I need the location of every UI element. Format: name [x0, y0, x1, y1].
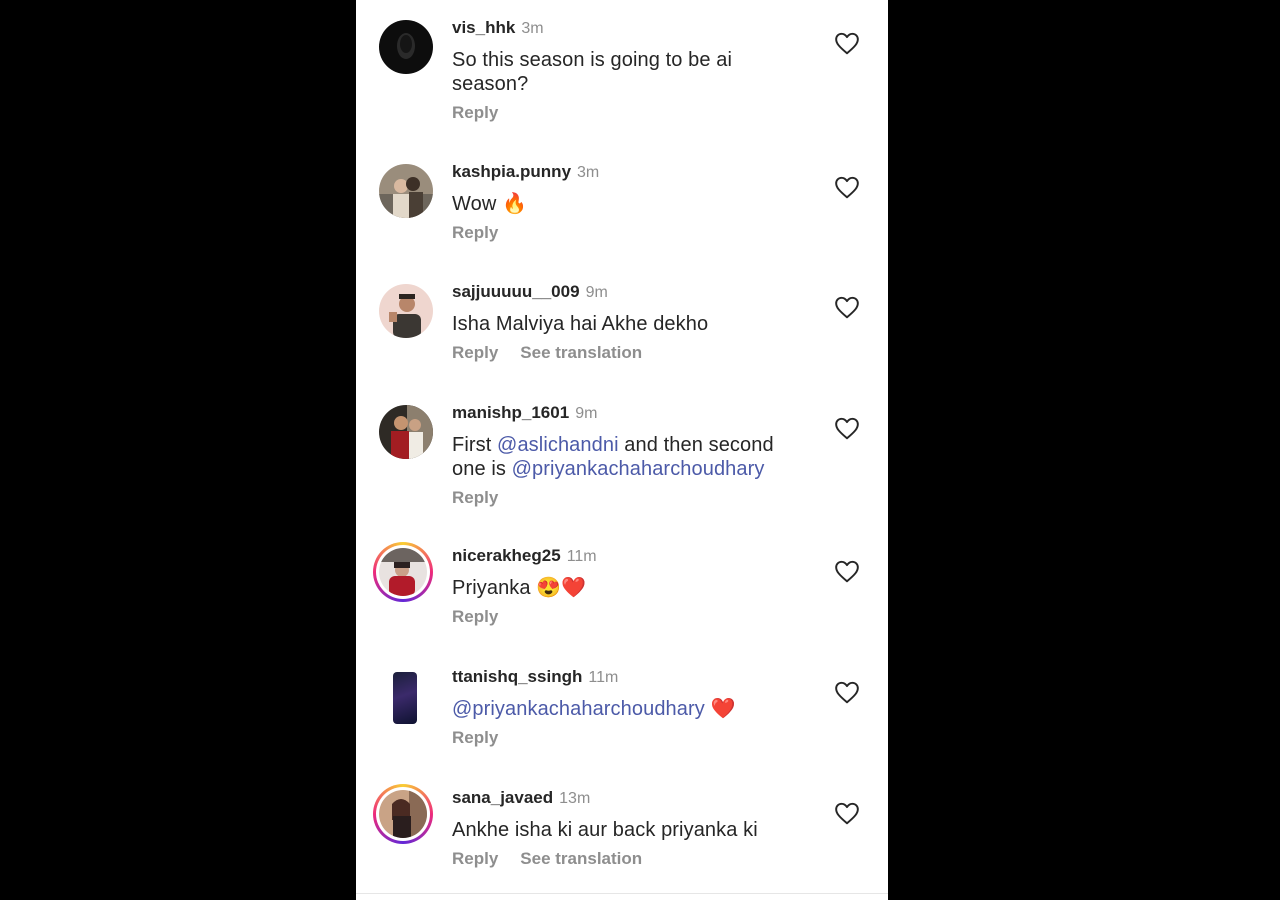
- mention-link[interactable]: @aslichandni: [497, 434, 619, 456]
- avatar[interactable]: [393, 672, 417, 724]
- timestamp: 13m: [559, 790, 591, 807]
- reply-button[interactable]: Reply: [452, 343, 498, 362]
- comment-body: ttanishq_ssingh 11m @priyankachaharchoudh…: [452, 666, 812, 749]
- see-translation-button[interactable]: See translation: [520, 343, 642, 362]
- comments-panel: vis_hhk 3m So this season is going to be …: [356, 0, 888, 900]
- comment-body: sajjuuuuu__009 9m Isha Malviya hai Akhe d…: [452, 281, 812, 364]
- reply-button[interactable]: Reply: [452, 849, 498, 868]
- username[interactable]: vis_hhk: [452, 18, 515, 37]
- heart-icon[interactable]: [834, 801, 860, 825]
- username[interactable]: nicerakheg25: [452, 546, 561, 565]
- mention-link[interactable]: @priyankachaharchoudhary: [512, 458, 765, 480]
- divider: [356, 893, 888, 894]
- comment-body: vis_hhk 3m So this season is going to be …: [452, 17, 812, 124]
- reply-button[interactable]: Reply: [452, 728, 498, 747]
- reply-button[interactable]: Reply: [452, 103, 498, 122]
- comment-body: kashpia.punny 3m Wow 🔥 Reply: [452, 161, 812, 244]
- mention-link[interactable]: @priyankachaharchoudhary: [452, 698, 705, 720]
- comment-text-part: First: [452, 434, 498, 456]
- username[interactable]: kashpia.punny: [452, 162, 571, 181]
- heart-icon[interactable]: [834, 416, 860, 440]
- timestamp: 3m: [577, 164, 600, 181]
- comment-body: manishp_1601 9m First @aslichandni and th…: [452, 402, 812, 509]
- timestamp: 3m: [521, 20, 544, 37]
- heart-icon[interactable]: [834, 295, 860, 319]
- avatar[interactable]: [379, 164, 433, 218]
- comment-body: sana_javaed 13m Ankhe isha ki aur back pr…: [452, 787, 812, 870]
- timestamp: 9m: [575, 405, 598, 422]
- username[interactable]: ttanishq_ssingh: [452, 667, 582, 686]
- heart-icon[interactable]: [834, 680, 860, 704]
- comment-text: Isha Malviya hai Akhe dekho: [452, 313, 709, 335]
- heart-icon[interactable]: [834, 175, 860, 199]
- timestamp: 11m: [566, 548, 597, 565]
- reply-button[interactable]: Reply: [452, 607, 498, 626]
- username[interactable]: sajjuuuuu__009: [452, 282, 580, 301]
- avatar: [379, 790, 427, 838]
- comment-text: Ankhe isha ki aur back priyanka ki: [452, 819, 758, 841]
- timestamp: 9m: [585, 284, 608, 301]
- comment-text: Priyanka 😍❤️: [452, 577, 587, 599]
- avatar-story-ring[interactable]: [373, 784, 433, 844]
- timestamp: 11m: [588, 669, 619, 686]
- comment-text: So this season is going to be ai season?: [452, 49, 733, 95]
- comment-text: @priyankachaharchoudhary ❤️: [452, 697, 812, 721]
- heart-icon[interactable]: [834, 559, 860, 583]
- avatar-story-ring[interactable]: [373, 542, 433, 602]
- comment-text: First @aslichandni and then second one i…: [452, 433, 802, 481]
- avatar[interactable]: [379, 20, 433, 74]
- comment-text-part: ❤️: [704, 698, 736, 720]
- username[interactable]: sana_javaed: [452, 788, 553, 807]
- reply-button[interactable]: Reply: [452, 223, 498, 242]
- username[interactable]: manishp_1601: [452, 403, 569, 422]
- see-translation-button[interactable]: See translation: [520, 849, 642, 868]
- avatar[interactable]: [379, 405, 433, 459]
- comment-body: nicerakheg25 11m Priyanka 😍❤️ Reply: [452, 545, 812, 628]
- avatar: [379, 548, 427, 596]
- comment-text: Wow 🔥: [452, 193, 528, 215]
- heart-icon[interactable]: [834, 31, 860, 55]
- avatar[interactable]: [379, 284, 433, 338]
- reply-button[interactable]: Reply: [452, 488, 498, 507]
